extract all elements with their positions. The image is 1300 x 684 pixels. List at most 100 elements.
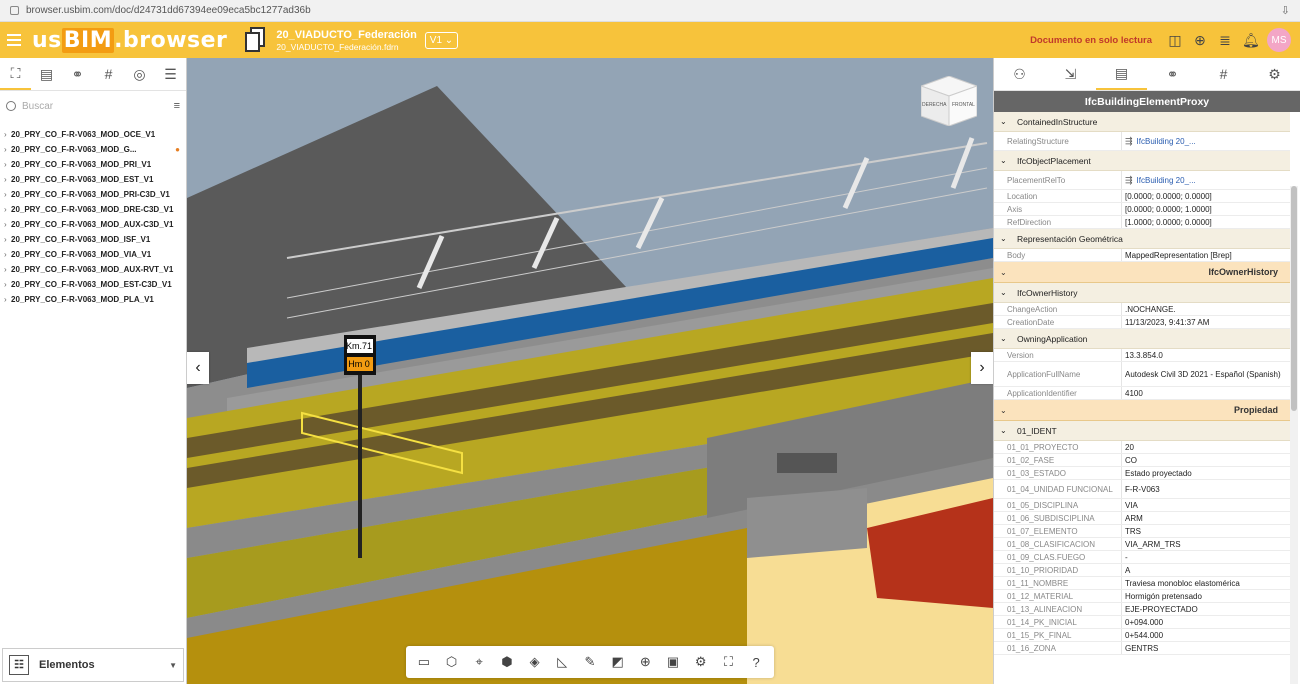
chevron-right-icon[interactable]: ›	[4, 250, 11, 259]
bell-icon[interactable]: 🔔︎	[1242, 32, 1260, 48]
filter-icon[interactable]: ≡	[174, 100, 180, 112]
tree-item-label: 20_PRY_CO_F-R-V063_MOD_PLA_V1	[11, 295, 154, 304]
brush-icon[interactable]: ✎	[579, 651, 601, 673]
tree-item[interactable]: › 20_PRY_CO_F-R-V063_MOD_PLA_V1	[0, 292, 186, 307]
section-representation[interactable]: ⌄ Representación Geométrica	[994, 229, 1290, 249]
tab-tree[interactable]: ⛶	[0, 58, 31, 90]
property-key: 01_07_ELEMENTO	[994, 525, 1122, 537]
user-avatar[interactable]: MS	[1267, 28, 1291, 52]
property-key: 01_14_PK_INICIAL	[994, 616, 1122, 628]
globe-icon[interactable]: ⊕	[1192, 32, 1208, 48]
3d-scene[interactable]	[187, 58, 993, 684]
location-icon[interactable]: ⌖	[468, 651, 490, 673]
prev-view-button[interactable]: ‹	[187, 352, 209, 384]
tab-settings[interactable]: ⚙	[1249, 58, 1300, 90]
tab-hash[interactable]: #	[1198, 58, 1249, 90]
section-01-ident[interactable]: ⌄ 01_IDENT	[994, 421, 1290, 441]
settings-icon[interactable]: ⚙	[690, 651, 712, 673]
relation-icon: ⇶	[1125, 135, 1133, 146]
chevron-right-icon[interactable]: ›	[4, 160, 11, 169]
image-icon[interactable]: ▣	[662, 651, 684, 673]
property-value: 4100	[1122, 387, 1290, 399]
view-cube[interactable]: DERECHA FRONTAL	[919, 75, 979, 127]
tree-item[interactable]: › 20_PRY_CO_F-R-V063_MOD_ISF_V1	[0, 232, 186, 247]
globe-view-icon[interactable]: ⊕	[634, 651, 656, 673]
tree-item[interactable]: › 20_PRY_CO_F-R-V063_MOD_AUX-RVT_V1	[0, 262, 186, 277]
tree-item[interactable]: › 20_PRY_CO_F-R-V063_MOD_PRI-C3D_V1	[0, 187, 186, 202]
fullscreen-icon[interactable]: ⛶	[717, 651, 739, 673]
elementos-select[interactable]: ☷ Elementos ▼	[2, 648, 184, 682]
database-icon[interactable]: ≣	[1217, 32, 1233, 48]
split-view-icon[interactable]: ◫	[1167, 32, 1183, 48]
tree-item[interactable]: › 20_PRY_CO_F-R-V063_MOD_VIA_V1	[0, 247, 186, 262]
search-icon	[6, 101, 16, 111]
lock-icon	[10, 6, 19, 15]
tree-item[interactable]: › 20_PRY_CO_F-R-V063_MOD_EST-C3D_V1	[0, 277, 186, 292]
chevron-right-icon[interactable]: ›	[4, 265, 11, 274]
tab-users[interactable]: ⚇	[994, 58, 1045, 90]
property-key: 01_05_DISCIPLINA	[994, 499, 1122, 511]
tab-links[interactable]: ⚭	[62, 58, 93, 90]
tab-links[interactable]: ⚭	[1147, 58, 1198, 90]
url-text[interactable]: browser.usbim.com/doc/d24731dd67394ee09e…	[26, 5, 1281, 16]
group-propiedad[interactable]: ⌄ Propiedad	[994, 400, 1290, 421]
tab-properties[interactable]: ▤	[1096, 58, 1147, 90]
download-icon[interactable]: ⇩	[1281, 4, 1290, 17]
tree-item[interactable]: › 20_PRY_CO_F-R-V063_MOD_EST_V1	[0, 172, 186, 187]
tab-export[interactable]: ⇲	[1045, 58, 1096, 90]
property-value: F-R-V063	[1122, 480, 1290, 498]
chevron-right-icon[interactable]: ›	[4, 295, 11, 304]
property-value: .NOCHANGE.	[1122, 303, 1290, 315]
tab-aperture[interactable]: ◎	[124, 58, 155, 90]
property-row: PlacementRelTo ⇶ IfcBuilding 20_...	[994, 171, 1290, 190]
chevron-right-icon[interactable]: ›	[4, 235, 11, 244]
tab-documents[interactable]: ▤	[31, 58, 62, 90]
next-view-button[interactable]: ›	[971, 352, 993, 384]
section-owning-application[interactable]: ⌄ OwningApplication	[994, 329, 1290, 349]
tab-structure[interactable]: ☰	[155, 58, 186, 90]
property-value[interactable]: ⇶ IfcBuilding 20_...	[1122, 132, 1290, 150]
property-key: 01_04_UNIDAD FUNCIONAL	[994, 480, 1122, 498]
chevron-right-icon[interactable]: ›	[4, 175, 11, 184]
clip-plane-icon[interactable]: ◩	[607, 651, 629, 673]
tree-item[interactable]: › 20_PRY_CO_F-R-V063_MOD_PRI_V1	[0, 157, 186, 172]
camera-icon[interactable]: ▭	[413, 651, 435, 673]
chevron-right-icon[interactable]: ›	[4, 220, 11, 229]
property-value: CO	[1122, 454, 1290, 466]
chevron-right-icon[interactable]: ›	[4, 205, 11, 214]
tree-item[interactable]: › 20_PRY_CO_F-R-V063_MOD_AUX-C3D_V1	[0, 217, 186, 232]
cube-icon[interactable]: ⬡	[441, 651, 463, 673]
section-contained-in-structure[interactable]: ⌄ ContainedInStructure	[994, 112, 1290, 132]
section-owner-history[interactable]: ⌄ IfcOwnerHistory	[994, 283, 1290, 303]
properties-scrollbar[interactable]	[1290, 186, 1298, 684]
chevron-right-icon[interactable]: ›	[4, 130, 11, 139]
property-value[interactable]: ⇶ IfcBuilding 20_...	[1122, 171, 1290, 189]
tree-item-label: 20_PRY_CO_F-R-V063_MOD_PRI_V1	[11, 160, 152, 169]
viewer-toolbar: ▭ ⬡ ⌖ ⬢ ◈ ◺ ✎ ◩ ⊕ ▣ ⚙ ⛶ ?	[406, 646, 774, 678]
property-value: A	[1122, 564, 1290, 576]
chevron-right-icon[interactable]: ›	[4, 145, 11, 154]
wireframe-icon[interactable]: ◈	[524, 651, 546, 673]
chevron-right-icon[interactable]: ›	[4, 280, 11, 289]
tree-item[interactable]: › 20_PRY_CO_F-R-V063_MOD_OCE_V1	[0, 127, 186, 142]
cube-left-face: DERECHA	[922, 102, 947, 108]
group-owner-history[interactable]: ⌄ IfcOwnerHistory	[994, 262, 1290, 283]
readonly-status: Documento en solo lectura	[1030, 34, 1152, 46]
tree-item[interactable]: › 20_PRY_CO_F-R-V063_MOD_DRE-C3D_V1	[0, 202, 186, 217]
help-icon[interactable]: ?	[745, 651, 767, 673]
3d-viewport[interactable]: Km.71 Hm 0 DERECHA FRONTAL ‹ › ▭ ⬡ ⌖ ⬢ ◈…	[187, 58, 993, 684]
search-bar[interactable]: Buscar ≡	[0, 91, 186, 121]
section-box-icon[interactable]: ⬢	[496, 651, 518, 673]
search-input[interactable]: Buscar	[22, 101, 174, 112]
property-row: 01_08_CLASIFICACION VIA_ARM_TRS	[994, 538, 1290, 551]
measure-icon[interactable]: ◺	[551, 651, 573, 673]
hamburger-menu-icon[interactable]	[0, 34, 28, 46]
browser-url-bar[interactable]: browser.usbim.com/doc/d24731dd67394ee09e…	[0, 0, 1300, 22]
tab-hash[interactable]: #	[93, 58, 124, 90]
section-object-placement[interactable]: ⌄ IfcObjectPlacement	[994, 151, 1290, 171]
tree-item[interactable]: › 20_PRY_CO_F-R-V063_MOD_G... ●	[0, 142, 186, 157]
chevron-right-icon: ›	[979, 359, 985, 376]
chevron-right-icon[interactable]: ›	[4, 190, 11, 199]
section-contained-in-structure-label: ContainedInStructure	[1017, 116, 1098, 127]
version-select[interactable]: V1 ⌄	[424, 31, 459, 49]
